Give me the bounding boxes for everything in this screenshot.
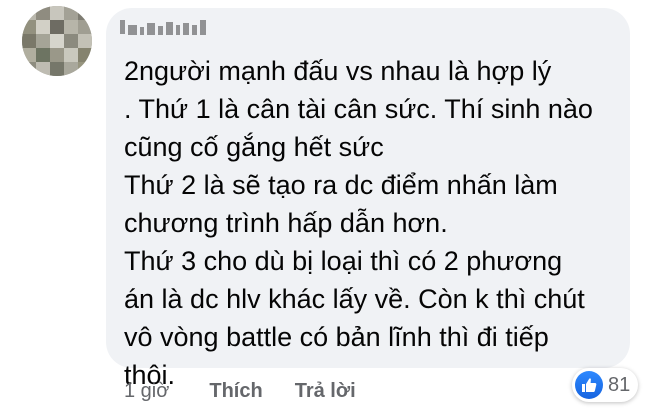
comment-actions: 1 giờ Thích Trả lời bbox=[124, 380, 388, 403]
author-name-redacted[interactable] bbox=[120, 14, 206, 40]
reaction-summary[interactable]: 81 bbox=[572, 368, 639, 402]
like-button[interactable]: Thích bbox=[209, 380, 262, 403]
comment-text: 2người mạnh đấu vs nhau là hợp lý . Thứ … bbox=[124, 56, 593, 390]
reaction-count: 81 bbox=[608, 373, 631, 396]
comment-timestamp[interactable]: 1 giờ bbox=[124, 380, 169, 403]
like-icon bbox=[575, 371, 603, 399]
reply-button[interactable]: Trả lời bbox=[295, 380, 356, 403]
avatar[interactable] bbox=[22, 6, 92, 76]
